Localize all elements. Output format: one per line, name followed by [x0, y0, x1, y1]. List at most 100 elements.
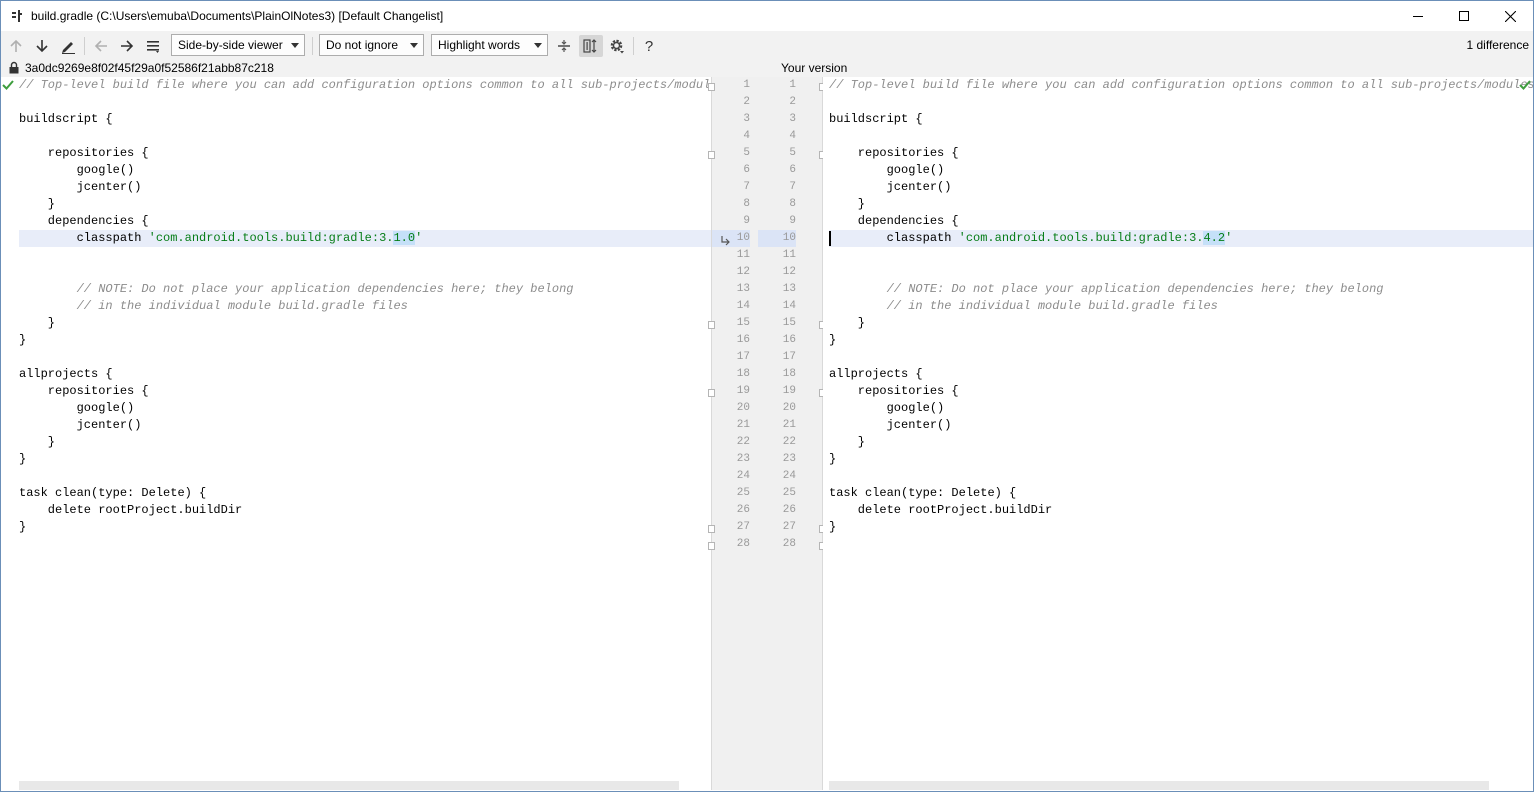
code-line: }: [829, 316, 866, 330]
line-number: 8: [789, 198, 796, 210]
code-keyword: type: [98, 486, 128, 500]
line-number: 22: [736, 436, 750, 448]
line-number: 28: [736, 538, 750, 550]
ignore-select-label: Do not ignore: [326, 38, 399, 52]
code-string: 'com.android.tools.build:gradle:3.: [958, 231, 1204, 245]
fold-marker[interactable]: [708, 542, 715, 550]
line-number: 14: [736, 300, 750, 312]
changed-code-line: classpath 'com.android.tools.build:gradl…: [829, 230, 1533, 247]
fold-marker[interactable]: [708, 389, 715, 397]
check-icon: [2, 80, 14, 90]
window-title: build.gradle (C:\Users\emuba\Documents\P…: [31, 9, 444, 23]
code-line: }: [829, 435, 866, 449]
edit-source-button[interactable]: [58, 36, 78, 56]
fold-marker[interactable]: [708, 321, 715, 329]
arrow-down-icon: [36, 40, 48, 53]
viewer-select[interactable]: Side-by-side viewer: [171, 34, 305, 56]
fold-marker[interactable]: [708, 525, 715, 533]
settings-button[interactable]: [607, 36, 627, 56]
previous-difference-button[interactable]: [6, 36, 26, 56]
code-line: jcenter(): [19, 418, 142, 432]
right-editor[interactable]: // Top-level build file where you can ad…: [823, 77, 1533, 790]
chevron-down-icon: [291, 43, 299, 48]
right-horizontal-scrollbar[interactable]: [829, 781, 1489, 790]
ignore-whitespace-select[interactable]: Do not ignore: [319, 34, 424, 56]
code-keyword: type: [908, 486, 938, 500]
sync-scroll-toggle[interactable]: [579, 35, 603, 57]
close-button[interactable]: [1487, 1, 1533, 31]
maximize-button[interactable]: [1441, 1, 1487, 31]
arrow-left-icon: [94, 40, 107, 52]
code-line: dependencies {: [829, 214, 959, 228]
line-number: 2: [743, 96, 750, 108]
minimize-button[interactable]: [1395, 1, 1441, 31]
code-line: buildscript {: [19, 112, 113, 126]
right-code-lines: // Top-level build file where you can ad…: [829, 77, 1533, 553]
line-number: 11: [782, 249, 796, 261]
code-line: }: [19, 520, 27, 534]
apply-change-icon[interactable]: [720, 234, 732, 246]
code-string: ': [1225, 231, 1233, 245]
chevron-down-icon: [410, 43, 418, 48]
code-text: task clean(: [829, 486, 909, 500]
line-number: 13: [736, 283, 750, 295]
fold-marker[interactable]: [708, 151, 715, 159]
collapse-unchanged-button[interactable]: [554, 36, 574, 56]
diff-toolbar: Side-by-side viewer Do not ignore Highli…: [1, 31, 1533, 60]
code-text: : Delete) {: [127, 486, 207, 500]
code-text: classpath: [19, 231, 149, 245]
help-button[interactable]: ?: [639, 36, 659, 56]
line-number: 12: [736, 266, 750, 278]
code-line: task clean(type: Delete) {: [829, 485, 1533, 502]
line-number: 15: [782, 317, 796, 329]
code-line: }: [829, 197, 866, 211]
file-list-button[interactable]: [143, 36, 163, 56]
line-number: 6: [789, 164, 796, 176]
code-text: : Delete) {: [937, 486, 1017, 500]
line-number: 25: [736, 487, 750, 499]
code-line: buildscript {: [829, 112, 923, 126]
code-line: repositories {: [829, 146, 959, 160]
diff-app-icon: [12, 10, 22, 22]
code-line: google(): [829, 163, 945, 177]
line-number: 6: [743, 164, 750, 176]
line-number: 16: [782, 334, 796, 346]
line-number: 23: [736, 453, 750, 465]
line-number: 24: [782, 470, 796, 482]
line-number: 26: [782, 504, 796, 516]
next-difference-button[interactable]: [32, 36, 52, 56]
title-bar: build.gradle (C:\Users\emuba\Documents\P…: [1, 1, 1533, 31]
line-number: 3: [743, 113, 750, 125]
line-number: 8: [743, 198, 750, 210]
code-line: dependencies {: [19, 214, 149, 228]
toolbar-separator: [633, 37, 634, 55]
line-number: 18: [782, 368, 796, 380]
line-number: 18: [736, 368, 750, 380]
left-horizontal-scrollbar[interactable]: [19, 781, 679, 790]
collapse-unchanged-icon: [558, 40, 570, 52]
gear-icon: [610, 39, 624, 54]
fold-marker[interactable]: [708, 83, 715, 91]
check-icon: [1519, 80, 1531, 90]
line-number: 16: [736, 334, 750, 346]
lock-icon: [9, 61, 19, 74]
line-number: 2: [789, 96, 796, 108]
code-text: classpath: [829, 231, 959, 245]
highlight-mode-select[interactable]: Highlight words: [431, 34, 548, 56]
line-number: 26: [736, 504, 750, 516]
line-number: 19: [736, 385, 750, 397]
previous-file-button[interactable]: [91, 36, 111, 56]
left-revision-label: 3a0dc9269e8f02f45f29a0f52586f21abb87c218: [25, 61, 274, 75]
right-title-label: Your version: [781, 61, 848, 75]
left-editor[interactable]: // Top-level build file where you can ad…: [1, 77, 711, 790]
code-line: delete rootProject.buildDir: [829, 503, 1053, 517]
next-file-button[interactable]: [117, 36, 137, 56]
code-line: }: [829, 333, 837, 347]
